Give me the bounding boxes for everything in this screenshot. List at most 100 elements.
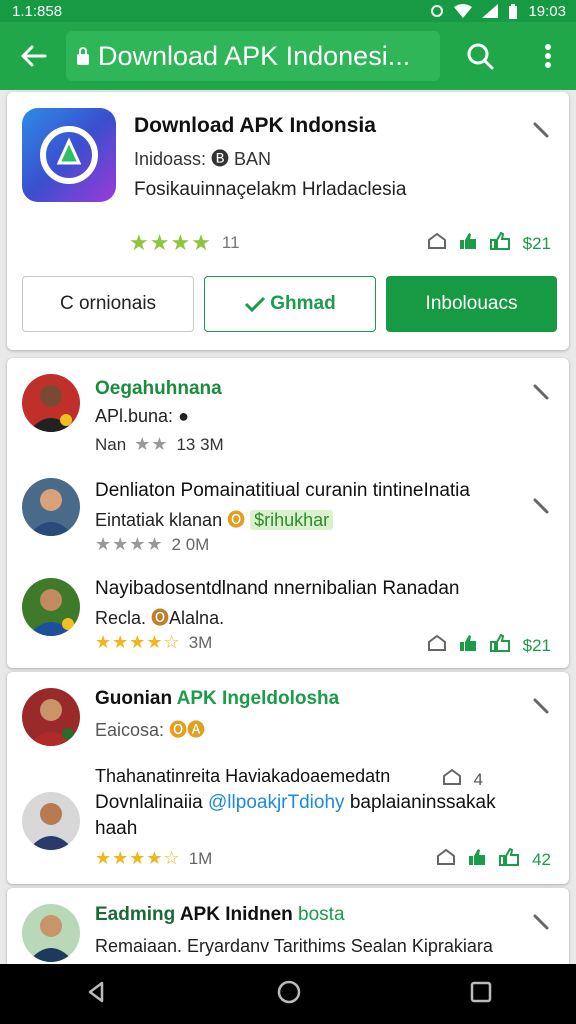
status-bar: 1.1:858 19:03 xyxy=(0,0,576,22)
dismiss-icon[interactable] xyxy=(531,120,551,140)
thumb-outline-icon[interactable] xyxy=(489,633,511,657)
battery-icon xyxy=(508,3,518,19)
app-actions: $21 xyxy=(427,231,551,255)
avatar xyxy=(22,792,80,850)
app-card: Download APK Indonsia Inidoass: 🅑 BAN Fo… xyxy=(7,92,569,350)
rating-stars: ★★ xyxy=(134,434,169,454)
app-title: Download APK Indonsia xyxy=(134,114,376,137)
thumb-outline-icon[interactable] xyxy=(498,847,520,871)
url-title: Download APK Indonesi... xyxy=(98,40,411,71)
thumb-up-icon[interactable] xyxy=(459,232,477,255)
nav-home-button[interactable] xyxy=(276,979,302,1010)
thumb-count: 42 xyxy=(532,849,551,869)
thumb-outline-icon[interactable] xyxy=(489,231,511,255)
app-button-row: C ornionais Ghmad Inbolouacs xyxy=(22,276,557,332)
back-arrow-icon xyxy=(21,45,47,67)
item-subtitle: Eaicosa: 🅞🅐 xyxy=(95,720,206,740)
item-meta: ★★★★☆ 3M xyxy=(95,632,213,652)
nav-recents-icon xyxy=(470,981,492,1002)
back-button[interactable] xyxy=(0,22,66,90)
list-item[interactable]: Oegahuhnana APl.buna: ● Nan ★★ 13 3M xyxy=(7,372,569,462)
item-title: Guonian APK Ingeldolosha xyxy=(95,688,340,709)
thumb-up-icon[interactable] xyxy=(468,848,486,871)
item-title-line2: haah xyxy=(95,818,138,839)
feed-card-2: Guonian APK Ingeldolosha Eaicosa: 🅞🅐 Tha… xyxy=(7,672,569,884)
nav-back-button[interactable] xyxy=(84,980,108,1009)
item-subtitle: Remaiaan. Eryardanv Tarithims Sealan Kip… xyxy=(95,936,493,956)
status-icons: 19:03 xyxy=(430,3,566,20)
list-item[interactable]: Guonian APK Ingeldolosha Eaicosa: 🅞🅐 Tha… xyxy=(7,686,569,789)
item-subtitle: APl.buna: ● xyxy=(95,406,189,426)
url-bar[interactable]: Download APK Indonesi... xyxy=(66,31,440,81)
overflow-menu-button[interactable] xyxy=(520,22,576,90)
share-icon[interactable] xyxy=(427,232,447,255)
item-title: Nayibadosentdlnand nnernibalian Ranadan xyxy=(95,578,460,599)
system-nav-bar xyxy=(0,964,576,1024)
share-icon[interactable] xyxy=(442,768,462,791)
nav-back-icon xyxy=(88,981,104,1002)
rating-stars: ★★★★☆ xyxy=(95,632,181,652)
signal-icon xyxy=(482,4,499,18)
item-actions: $21 xyxy=(427,633,551,657)
feed-card-1: Oegahuhnana APl.buna: ● Nan ★★ 13 3M Den… xyxy=(7,358,569,668)
item-description: Thahanatinreita Haviakadoaemedatn xyxy=(95,766,391,786)
nav-home-icon xyxy=(277,980,301,1003)
list-item[interactable]: Nayibadosentdlnand nnernibalian Ranadan … xyxy=(7,576,569,666)
mention-link[interactable]: @llpoakjrTdiohy xyxy=(208,792,345,813)
download-button[interactable]: Ghmad xyxy=(204,276,376,332)
list-item[interactable]: Denliaton Pomainatitiual curanin tintine… xyxy=(7,476,569,566)
dismiss-icon[interactable] xyxy=(531,912,551,932)
list-item[interactable]: Eadming APK Inidnen bosta Remaiaan. Erya… xyxy=(7,902,569,962)
item-meta: ★★★★☆ 1M xyxy=(95,848,213,868)
avatar xyxy=(22,688,80,746)
feed-card-3: Eadming APK Inidnen bosta Remaiaan. Erya… xyxy=(7,888,569,968)
item-meta: Nan ★★ 13 3M xyxy=(95,434,224,454)
thumb-count: $21 xyxy=(522,233,551,253)
item-meta: ★★★★ 2 0M xyxy=(95,534,210,554)
dismiss-icon[interactable] xyxy=(531,496,551,516)
rating-count: 11 xyxy=(221,233,240,252)
more-vert-icon xyxy=(545,44,551,68)
check-icon xyxy=(245,296,266,313)
download-button-label: Ghmad xyxy=(270,293,336,314)
wifi-icon xyxy=(454,4,473,18)
search-icon xyxy=(467,43,494,70)
nav-recents-button[interactable] xyxy=(470,981,492,1008)
status-time-left: 1.1:858 xyxy=(12,2,63,20)
item-subtitle: Eintatiak klanan 🅞 $rihukhar xyxy=(95,506,334,532)
item-title: Denliaton Pomainatitiual curanin tintine… xyxy=(95,480,470,501)
avatar xyxy=(22,374,80,432)
app-description: Fosikauinnaçelakm Hrladaclesia xyxy=(134,179,407,200)
list-item[interactable]: Dovnlalinaiia @llpoakjrTdiohy baplaianin… xyxy=(7,790,569,880)
app-logo-icon xyxy=(40,126,98,184)
app-bar: Download APK Indonesi... xyxy=(0,22,576,90)
dismiss-icon[interactable] xyxy=(531,696,551,716)
thumb-count: $21 xyxy=(522,635,551,655)
person-icon: ● xyxy=(178,406,189,426)
dismiss-icon[interactable] xyxy=(531,382,551,402)
item-actions: 4 xyxy=(442,768,483,791)
item-title: Eadming APK Inidnen bosta xyxy=(95,904,345,925)
item-actions: 42 xyxy=(436,847,551,871)
sync-icon xyxy=(430,4,444,18)
share-icon[interactable] xyxy=(436,848,456,871)
rating-stars: ★★★★ xyxy=(95,534,164,554)
rating-stars: ★★★★ xyxy=(129,230,212,255)
install-button[interactable]: Inbolouacs xyxy=(386,276,557,332)
search-button[interactable] xyxy=(440,22,520,90)
thumb-up-icon[interactable] xyxy=(459,634,477,657)
avatar xyxy=(22,578,80,636)
app-logo[interactable] xyxy=(22,108,116,202)
avatar xyxy=(22,904,80,962)
status-time-right: 19:03 xyxy=(528,2,566,20)
item-title: Dovnlalinaiia @llpoakjrTdiohy baplaianin… xyxy=(95,792,496,813)
app-rating: ★★★★ 11 xyxy=(129,230,240,256)
lock-icon xyxy=(76,46,90,66)
app-subtitle: Inidoass: 🅑 BAN xyxy=(134,149,272,169)
share-icon[interactable] xyxy=(427,634,447,657)
compare-button[interactable]: C ornionais xyxy=(22,276,194,332)
item-subtitle: Recla. 🅞Alalna. xyxy=(95,608,225,628)
share-count: 4 xyxy=(473,769,483,789)
avatar xyxy=(22,478,80,536)
item-title: Oegahuhnana xyxy=(95,378,222,399)
